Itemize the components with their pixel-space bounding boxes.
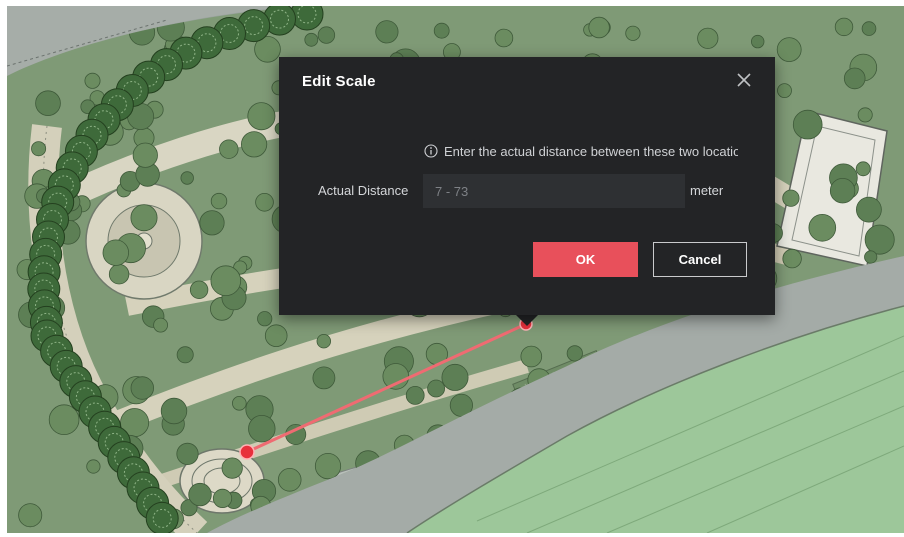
hint-text: Enter the actual distance between these … bbox=[444, 143, 738, 159]
scale-point-start bbox=[239, 444, 255, 460]
close-icon[interactable] bbox=[735, 71, 753, 89]
ok-button[interactable]: OK bbox=[533, 242, 638, 277]
dialog-pointer bbox=[515, 314, 539, 326]
hint-text-row: Enter the actual distance between these … bbox=[424, 141, 738, 161]
actual-distance-input[interactable] bbox=[423, 174, 685, 208]
edit-scale-dialog: Edit Scale Enter the actual distance bet… bbox=[279, 57, 775, 315]
actual-distance-label: Actual Distance bbox=[318, 183, 409, 198]
dialog-title: Edit Scale bbox=[302, 73, 376, 90]
info-icon bbox=[424, 144, 438, 158]
cancel-button[interactable]: Cancel bbox=[653, 242, 747, 277]
unit-label: meter bbox=[690, 183, 724, 198]
